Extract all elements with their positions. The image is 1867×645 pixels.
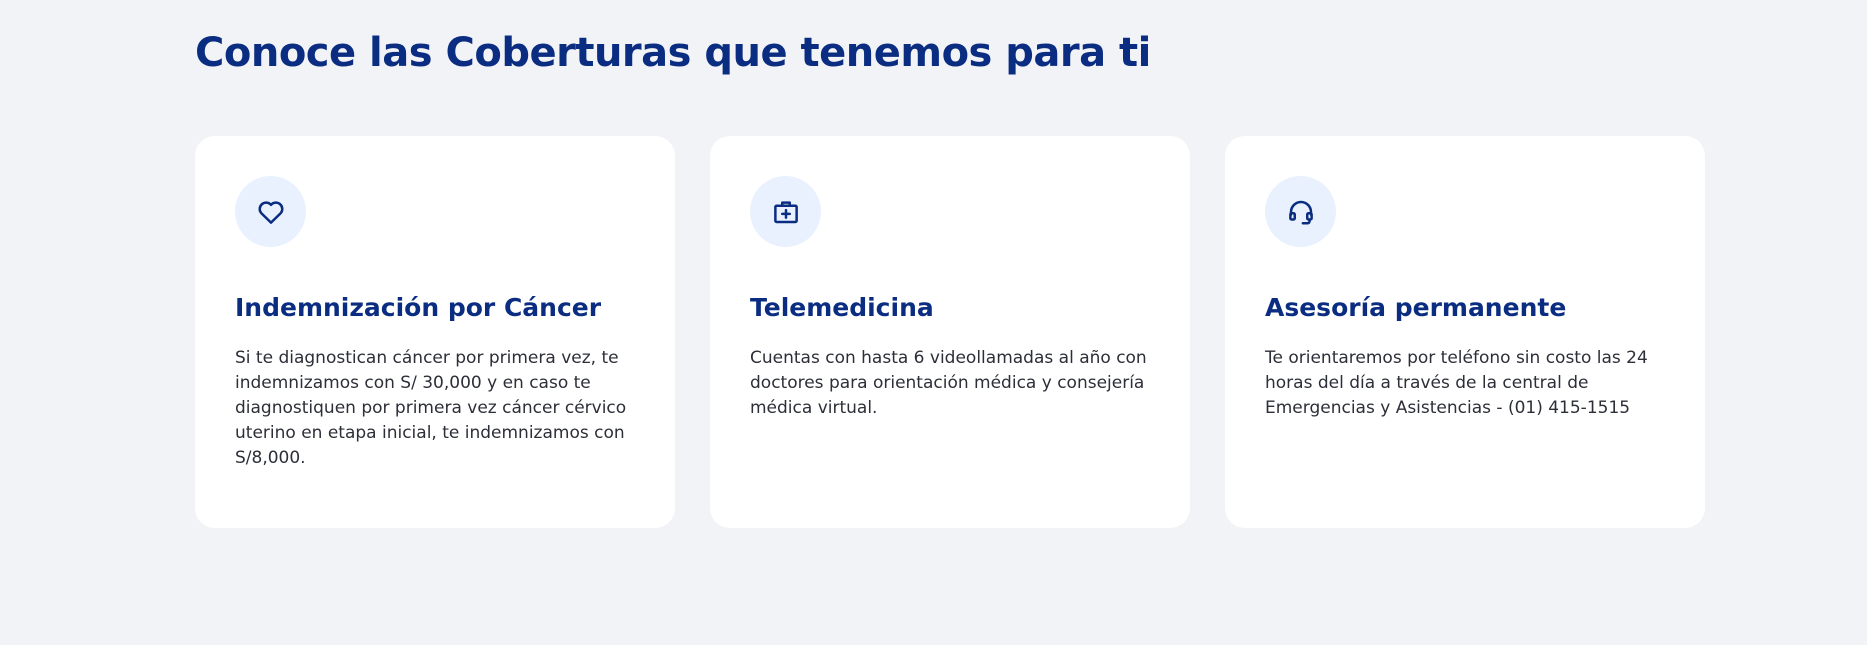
card-description: Te orientaremos por teléfono sin costo l… [1265,348,1648,418]
icon-container [235,176,306,247]
card-description: Cuentas con hasta 6 videollamadas al año… [750,348,1147,418]
coverage-card-advice: Asesoría permanente Te orientaremos por … [1225,136,1705,528]
heart-icon [258,200,283,224]
section-title: Conoce las Coberturas que tenemos para t… [195,30,1151,76]
headset-icon [1288,200,1313,224]
icon-container [1265,176,1336,247]
coverage-section: Conoce las Coberturas que tenemos para t… [0,0,1867,645]
icon-container [750,176,821,247]
card-title: Asesoría permanente [1265,293,1567,322]
card-title: Telemedicina [750,293,934,322]
coverage-cards: Indemnización por Cáncer Si te diagnosti… [195,136,1705,528]
coverage-card-cancer: Indemnización por Cáncer Si te diagnosti… [195,136,675,528]
coverage-card-telemedicine: Telemedicina Cuentas con hasta 6 videoll… [710,136,1190,528]
card-description: Si te diagnostican cáncer por primera ve… [235,348,627,468]
medical-kit-icon [773,200,798,223]
card-title: Indemnización por Cáncer [235,293,602,322]
